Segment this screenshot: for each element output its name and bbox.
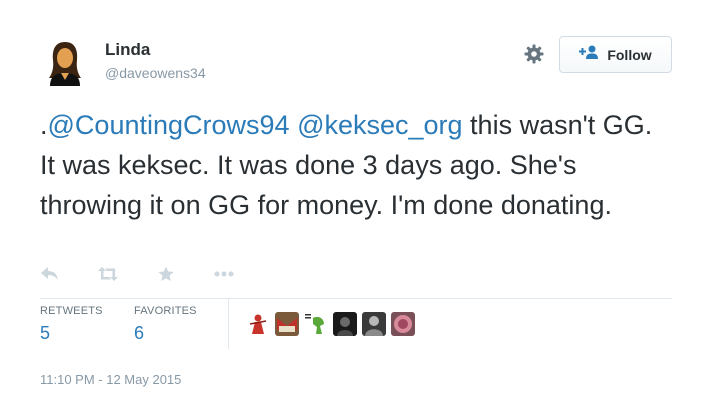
favorites-count: 6 (134, 323, 145, 343)
retweets-label: RETWEETS (40, 305, 103, 317)
tweet-prefix: . (40, 110, 48, 140)
avatar[interactable] (333, 312, 357, 336)
add-user-icon (579, 45, 599, 64)
user-handle[interactable]: @daveowens34 (105, 65, 206, 81)
stats-separator (228, 299, 229, 349)
tweet-space (290, 110, 298, 140)
user-avatar[interactable] (40, 36, 90, 86)
favorites-label: FAVORITES (134, 305, 197, 317)
mention-link[interactable]: @CountingCrows94 (48, 110, 290, 140)
favorites-stat[interactable]: FAVORITES 6 (134, 305, 197, 344)
avatar[interactable] (391, 312, 415, 336)
tweet-text: .@CountingCrows94 @keksec_org this wasn'… (40, 105, 672, 225)
tweet-header: Linda @daveowens34 Follow (40, 36, 672, 92)
avatar[interactable] (246, 312, 270, 336)
retweet-icon[interactable] (98, 264, 118, 284)
follow-button-label: Follow (607, 46, 652, 63)
avatar[interactable] (275, 312, 299, 336)
more-icon[interactable] (214, 264, 234, 284)
retweets-stat[interactable]: RETWEETS 5 (40, 305, 103, 344)
retweets-count: 5 (40, 323, 51, 343)
favorited-by-avatars (246, 312, 415, 336)
favorite-icon[interactable] (156, 264, 176, 284)
tweet-timestamp[interactable]: 11:10 PM - 12 May 2015 (40, 372, 181, 387)
mention-link[interactable]: @keksec_org (297, 110, 462, 140)
avatar[interactable] (362, 312, 386, 336)
gear-icon[interactable] (524, 44, 544, 64)
avatar[interactable] (304, 312, 328, 336)
tweet-actions (40, 263, 272, 285)
user-name[interactable]: Linda (105, 40, 150, 60)
divider (40, 298, 672, 299)
reply-icon[interactable] (40, 264, 60, 284)
follow-button[interactable]: Follow (559, 36, 672, 73)
